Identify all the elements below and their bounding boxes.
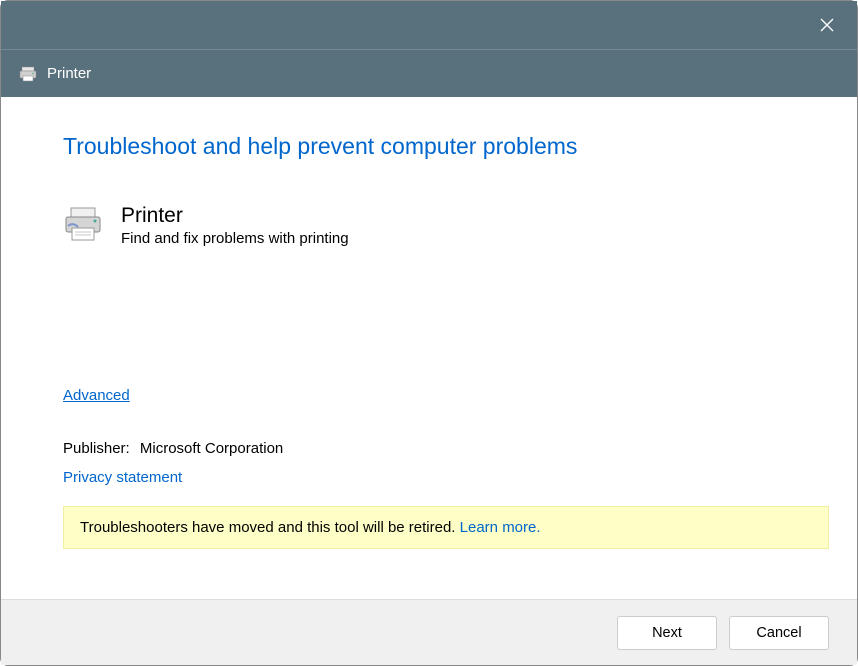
learn-more-link[interactable]: Learn more.: [460, 519, 541, 536]
troubleshooter-header: Printer Find and fix problems with print…: [63, 204, 795, 247]
content-area: Troubleshoot and help prevent computer p…: [1, 97, 857, 599]
publisher-row: Publisher: Microsoft Corporation: [63, 440, 795, 457]
troubleshooter-text: Printer Find and fix problems with print…: [121, 204, 349, 247]
footer: Next Cancel: [1, 599, 857, 665]
publisher-label: Publisher:: [63, 440, 130, 457]
titlebar: [1, 1, 857, 49]
cancel-button[interactable]: Cancel: [729, 616, 829, 650]
troubleshooter-name: Printer: [121, 204, 349, 228]
close-button[interactable]: [815, 13, 839, 37]
subheader: Printer: [1, 49, 857, 97]
notice-text: Troubleshooters have moved and this tool…: [80, 519, 460, 536]
privacy-statement-link[interactable]: Privacy statement: [63, 469, 182, 486]
retirement-notice: Troubleshooters have moved and this tool…: [63, 506, 829, 549]
publisher-value: Microsoft Corporation: [140, 440, 283, 457]
close-icon: [819, 17, 835, 33]
advanced-link[interactable]: Advanced: [63, 387, 130, 404]
troubleshooter-description: Find and fix problems with printing: [121, 230, 349, 247]
printer-icon: [63, 204, 103, 244]
printer-small-icon: [19, 65, 37, 83]
page-title: Troubleshoot and help prevent computer p…: [63, 133, 795, 160]
window-title: Printer: [47, 65, 91, 82]
next-button[interactable]: Next: [617, 616, 717, 650]
